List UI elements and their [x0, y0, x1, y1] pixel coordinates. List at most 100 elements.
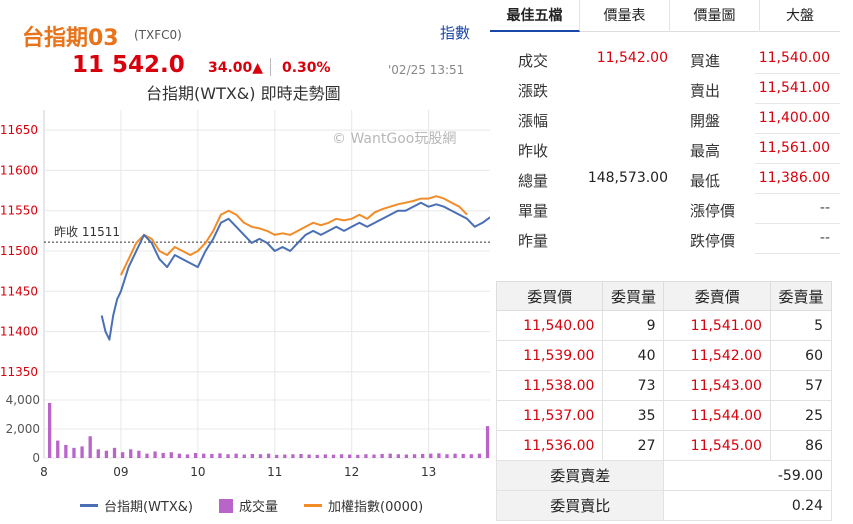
volume-bar: [234, 453, 238, 458]
volume-bar: [429, 453, 433, 458]
volume-bar: [258, 454, 263, 458]
quote-grid: 成交 11,542.00 買進 11,540.00 漲跌 賣出 11,541.0…: [490, 44, 840, 254]
bid-ask-ratio-row: 委買賣比 0.24: [495, 490, 832, 521]
tab-price-volume-table[interactable]: 價量表: [580, 0, 670, 32]
chart-legend: 台指期(WTX&) 成交量 加權指數(0000): [80, 496, 449, 515]
quote-label: 單量: [518, 202, 549, 220]
index-link[interactable]: 指數: [440, 22, 470, 43]
ask-qty: 57: [769, 370, 833, 401]
prev-close-label: 昨收 11511: [54, 225, 120, 239]
volume-bar: [331, 454, 336, 458]
col-ask-qty: 委賣量: [769, 281, 833, 311]
quote-value: 11,561.00: [758, 140, 830, 156]
volume-bar: [210, 453, 214, 458]
ask-qty: 25: [769, 400, 833, 431]
price-change-percent: 0.30%: [282, 60, 331, 76]
quote-label: 賣出: [690, 82, 721, 100]
ask-qty: 5: [769, 310, 833, 341]
volume-bar: [112, 447, 117, 458]
tab-price-volume-chart[interactable]: 價量圖: [670, 0, 760, 32]
volume-bar: [364, 454, 368, 458]
price-tick-label: 11400: [0, 325, 38, 339]
intraday-chart[interactable]: 11650 11600 11550 11500 11450 11400 11350 4,000…: [0, 110, 500, 495]
quote-value: --: [819, 200, 830, 216]
bid-ask-diff-value: -59.00: [663, 460, 832, 491]
bid-price: 11,538.00: [495, 370, 604, 401]
bid-price: 11,540.00: [495, 310, 604, 341]
volume-bar: [129, 449, 133, 458]
quote-row: 昨量 跌停價 --: [490, 224, 840, 254]
tab-best-five[interactable]: 最佳五檔: [490, 0, 580, 32]
volume-bar: [169, 452, 173, 458]
time-tick-label: 8: [40, 465, 48, 479]
volume-bar: [380, 453, 384, 458]
volume-bar: [48, 402, 52, 458]
time-tick-label: 11: [267, 465, 282, 479]
volume-bar: [96, 449, 100, 458]
bid-qty: 73: [602, 370, 665, 401]
volume-bar: [193, 452, 198, 458]
price-change: 34.00▲: [208, 60, 264, 76]
volume-bar: [177, 453, 182, 458]
symbol-name: 台指期03: [22, 26, 119, 51]
quote-time: '02/25 13:51: [388, 63, 465, 77]
price-tick-label: 11600: [0, 163, 38, 177]
bid-ask-ratio-value: 0.24: [663, 490, 832, 521]
volume-bar: [307, 454, 311, 458]
volume-bar: [453, 453, 457, 458]
volume-bar: [250, 453, 255, 458]
volume-bar: [120, 452, 125, 458]
last-price: 11 542.0: [72, 52, 185, 78]
symbol-code: (TXFC0): [134, 28, 182, 42]
quote-value: 11,386.00: [758, 170, 830, 186]
volume-bar: [315, 454, 319, 458]
legend-item-volume[interactable]: 成交量: [218, 496, 278, 515]
volume-bar: [339, 454, 344, 458]
order-book-table: 委買價 委買量 委賣價 委賣量 11,540.00 9 11,541.00 5 …: [495, 281, 833, 521]
ask-price: 11,543.00: [663, 370, 771, 401]
quote-label: 最高: [690, 142, 721, 160]
time-tick-label: 12: [344, 465, 359, 479]
quote-value: 148,573.00: [587, 170, 668, 186]
volume-bar: [372, 454, 376, 458]
quote-label: 開盤: [690, 112, 721, 130]
change-separator: [270, 58, 271, 76]
legend-label: 成交量: [238, 500, 278, 515]
volume-bar: [218, 453, 222, 458]
quote-row: 總量 148,573.00 最低 11,386.00: [490, 164, 840, 194]
legend-label: 台指期(WTX&): [104, 500, 193, 515]
index-series-line: [119, 195, 468, 276]
volume-bar: [88, 436, 92, 458]
ask-qty: 86: [769, 430, 833, 461]
legend-item-futures[interactable]: 台指期(WTX&): [80, 496, 193, 515]
ask-price: 11,545.00: [663, 430, 771, 461]
volume-bar: [396, 454, 400, 458]
tab-market[interactable]: 大盤: [760, 0, 840, 32]
ask-price: 11,544.00: [663, 400, 771, 431]
row-divider: [755, 253, 840, 254]
volume-bar: [421, 453, 425, 458]
col-bid-price: 委買價: [495, 281, 604, 311]
volume-bar: [202, 453, 206, 458]
ask-qty: 60: [769, 340, 833, 371]
volume-bar: [153, 451, 157, 458]
quote-row: 單量 漲停價 --: [490, 194, 840, 224]
ask-price: 11,541.00: [663, 310, 771, 341]
volume-bar: [388, 453, 392, 458]
volume-tick-label: 4,000: [6, 393, 40, 407]
volume-bar: [348, 454, 352, 458]
volume-bar: [323, 454, 327, 458]
bid-ask-ratio-label: 委買賣比: [495, 490, 665, 521]
volume-bar: [80, 446, 84, 458]
watermark: © WantGoo玩股網: [332, 131, 457, 147]
legend-item-index[interactable]: 加權指數(0000): [304, 496, 423, 515]
volume-bar: [275, 454, 279, 458]
legend-line-icon: [80, 504, 98, 507]
bid-ask-diff-label: 委買賣差: [495, 460, 665, 491]
quote-row: 昨收 最高 11,561.00: [490, 134, 840, 164]
volume-bar: [64, 444, 68, 458]
legend-label: 加權指數(0000): [328, 500, 424, 515]
quote-label: 漲跌: [518, 82, 549, 100]
bid-price: 11,539.00: [495, 340, 604, 371]
quote-label: 昨量: [518, 232, 549, 250]
